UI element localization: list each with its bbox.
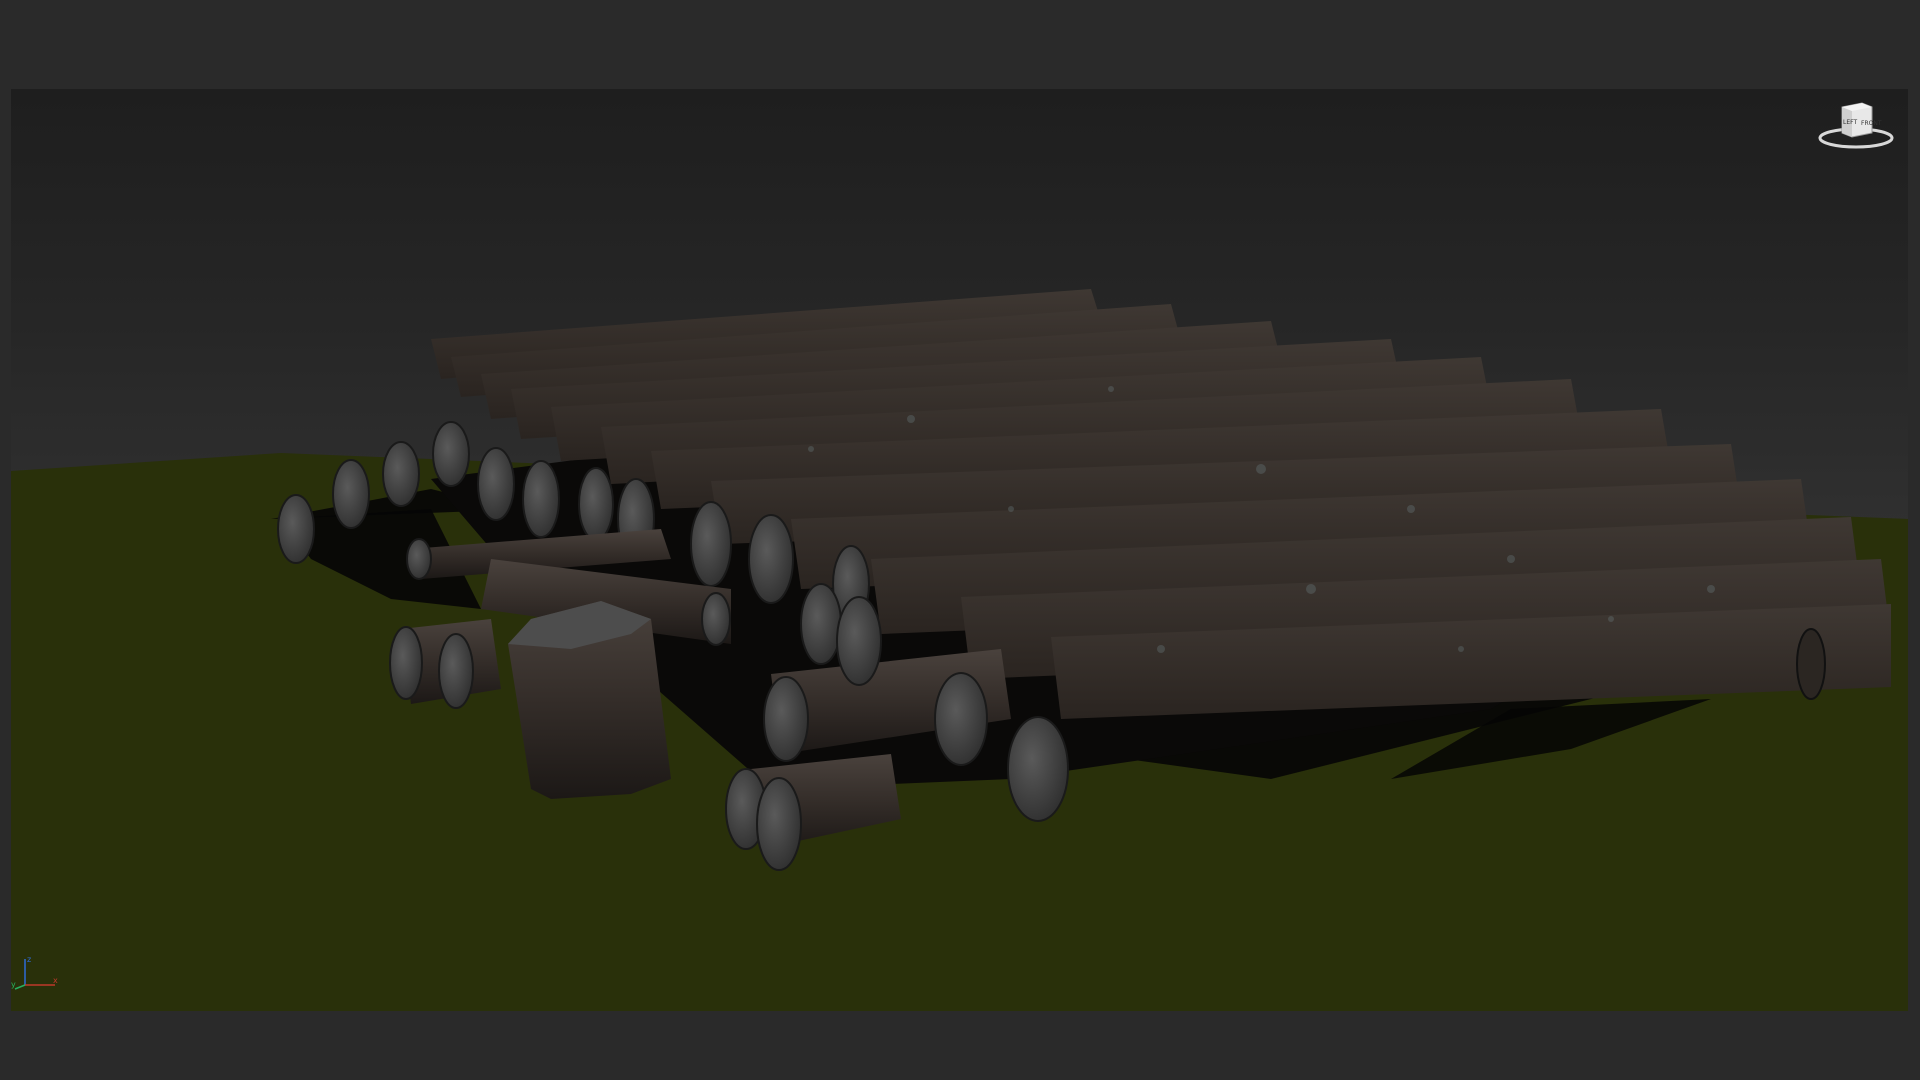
viewcube-front-label[interactable]: FRONT <box>1861 120 1882 127</box>
axis-tripod-icon: z x y <box>11 955 58 990</box>
axis-y-label: y <box>11 980 16 989</box>
viewport-letterbox-bottom <box>0 1011 1920 1080</box>
3d-viewport[interactable]: FRONT LEFT z x y <box>11 89 1908 1011</box>
viewcube-left-label[interactable]: LEFT <box>1843 119 1857 126</box>
viewcube-widget[interactable]: FRONT LEFT <box>1816 93 1896 153</box>
viewport-letterbox-top <box>0 0 1920 89</box>
upright-stump <box>508 601 671 799</box>
axis-tripod: z x y <box>11 953 61 993</box>
scene-render <box>11 289 1908 1011</box>
log-end-right <box>1796 628 1826 700</box>
axis-z-label: z <box>27 955 31 964</box>
axis-x-label: x <box>53 976 58 985</box>
